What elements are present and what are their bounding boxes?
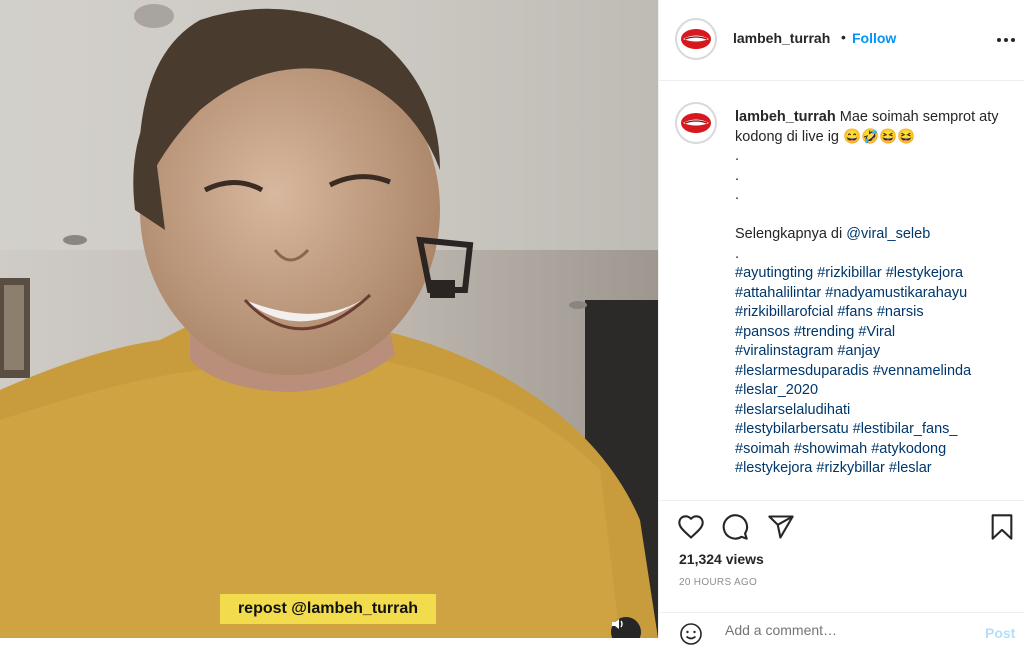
header-username-link[interactable]: lambeh_turrah <box>733 30 830 46</box>
hashtag-line[interactable]: #lestykejora #rizkybillar #leslar <box>735 459 1003 479</box>
video-frame <box>0 0 658 638</box>
lips-logo-icon <box>681 29 711 49</box>
comment-bubble-icon[interactable] <box>721 513 749 541</box>
post-comment-button[interactable]: Post <box>985 625 1015 641</box>
caption-dot: . <box>735 148 740 164</box>
bookmark-icon[interactable] <box>989 513 1015 541</box>
hashtag-line[interactable]: #rizkibillarofcial #fans #narsis <box>735 303 1003 323</box>
mention-link[interactable]: @viral_seleb <box>846 226 930 242</box>
paper-plane-icon[interactable] <box>767 513 795 541</box>
caption-emoji: 😆 <box>879 128 898 145</box>
caption-emoji: 🤣 <box>861 128 880 145</box>
avatar[interactable] <box>675 18 717 60</box>
lips-logo-icon <box>681 113 711 133</box>
caption-avatar[interactable] <box>675 102 717 144</box>
hashtag-line[interactable]: #leslarselaludihati <box>735 401 1003 421</box>
comment-input[interactable] <box>723 621 957 639</box>
caption-dot: . <box>735 187 740 203</box>
caption-empty-line <box>735 206 1003 226</box>
post-timestamp[interactable]: 20 HOURS AGO <box>679 577 757 588</box>
caption-dot: . <box>735 167 740 184</box>
more-horizontal-icon[interactable] <box>995 30 1017 50</box>
post-caption: lambeh_turrah Mae soimah semprot aty kod… <box>735 108 1003 479</box>
hashtag-line[interactable]: #leslar_2020 <box>735 381 1003 401</box>
caption-emoji: 😄 <box>843 128 862 145</box>
header-separator: • <box>841 29 846 45</box>
hashtag-line[interactable]: #lestybilarbersatu #lestibilar_fans_ <box>735 420 1003 440</box>
speaker-icon <box>612 619 623 629</box>
post-header: lambeh_turrah • Follow <box>659 0 1024 81</box>
follow-button[interactable]: Follow <box>852 30 896 46</box>
view-count[interactable]: 21,324 views <box>679 551 764 567</box>
hashtag-line[interactable]: #ayutingting #rizkibillar #lestykejora <box>735 264 1003 284</box>
caption-dot: . <box>735 245 740 262</box>
video-player[interactable]: repost @lambeh_turrah <box>0 0 658 638</box>
hashtag-line[interactable]: #leslarmesduparadis #vennamelinda <box>735 362 1003 382</box>
caption-emoji: 😆 <box>897 128 916 145</box>
mention-prefix: Selengkapnya di <box>735 226 847 242</box>
hashtag-line[interactable]: #viralinstagram #anjay <box>735 342 1003 362</box>
smiley-icon[interactable] <box>679 622 703 646</box>
caption-username-link[interactable]: lambeh_turrah <box>735 109 836 125</box>
hashtag-line[interactable]: #attahalilintar #nadyamustikarahayu <box>735 284 1003 304</box>
heart-icon[interactable] <box>677 513 705 541</box>
repost-overlay: repost @lambeh_turrah <box>220 594 436 624</box>
hashtag-line[interactable]: #soimah #showimah #atykodong <box>735 440 1003 460</box>
add-comment-bar: Post <box>659 612 1024 646</box>
hashtag-line[interactable]: #pansos #trending #Viral <box>735 323 1003 343</box>
post-side-panel: lambeh_turrah • Follow lambeh_turrah Mae… <box>658 0 1024 645</box>
